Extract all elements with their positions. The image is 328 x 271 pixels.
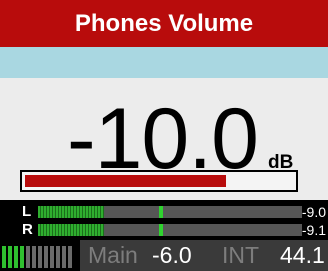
status-source-level: -6.0 xyxy=(152,242,192,268)
meter-right-readout: -9.1 xyxy=(301,222,326,238)
meter-right-label: R xyxy=(22,221,33,238)
meter-left-peak xyxy=(159,206,163,218)
meter-left-readout: -9.0 xyxy=(301,204,326,220)
meter-left: L -9.0 xyxy=(0,203,328,221)
meter-left-label: L xyxy=(22,203,32,220)
status-bar: Main -6.0 INT 44.1 xyxy=(0,240,328,271)
mini-level-meter-icon xyxy=(2,246,76,268)
meter-left-level xyxy=(38,206,104,218)
channel-meters: L -9.0 R -9.1 xyxy=(0,200,328,240)
screen-title-bar: Phones Volume xyxy=(0,0,328,47)
meter-right-track xyxy=(38,224,302,236)
meter-right-level xyxy=(38,224,104,236)
screen-title: Phones Volume xyxy=(74,9,254,37)
meter-left-track xyxy=(38,206,302,218)
status-source: Main xyxy=(88,242,138,268)
status-clock: INT xyxy=(222,242,260,268)
meter-right-peak xyxy=(159,224,163,236)
meter-right: R -9.1 xyxy=(0,221,328,239)
status-rate: 44.1 xyxy=(280,242,325,268)
volume-level-fill xyxy=(25,175,226,187)
volume-level-bar[interactable] xyxy=(20,170,298,192)
info-strip xyxy=(0,47,328,78)
